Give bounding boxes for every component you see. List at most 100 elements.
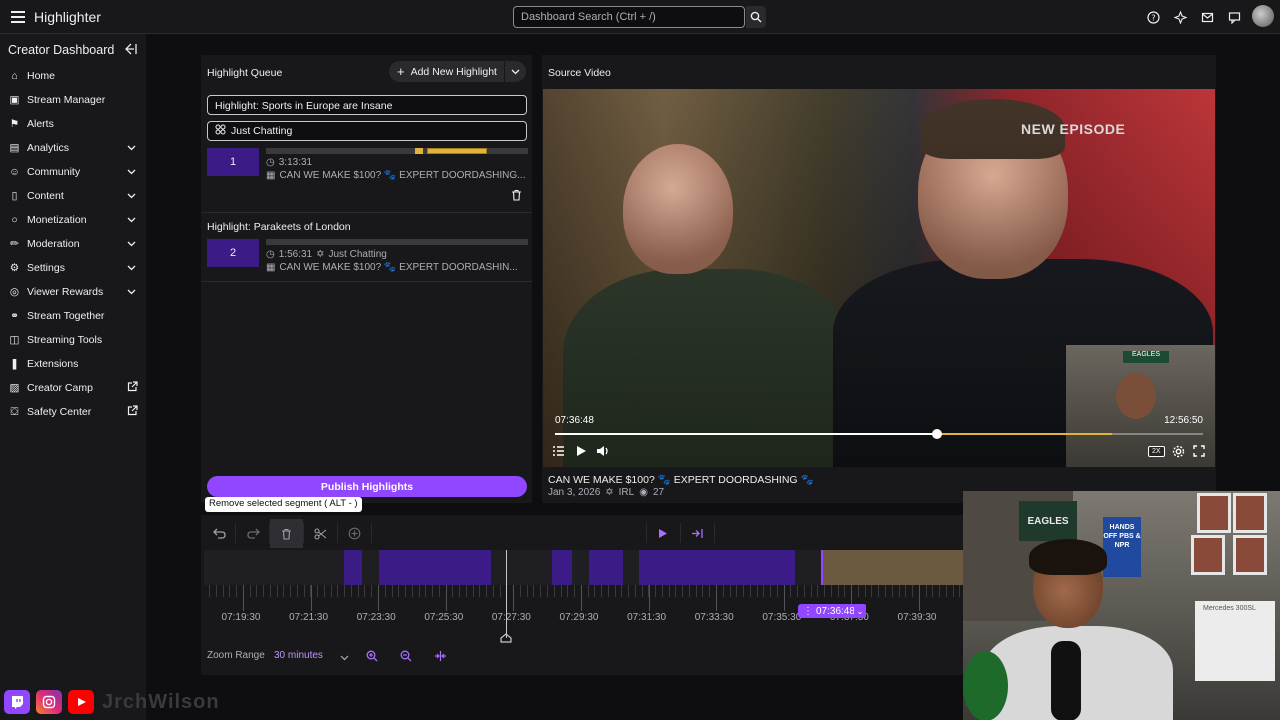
divider (201, 212, 532, 213)
sidebar-item-community[interactable]: ☺ Community (0, 160, 146, 184)
external-link-icon[interactable] (127, 381, 138, 395)
chevron-down-icon[interactable] (127, 142, 136, 154)
publish-highlights-button[interactable]: Publish Highlights (207, 476, 527, 497)
menu-icon[interactable] (6, 5, 30, 29)
chevron-down-icon[interactable] (504, 61, 526, 82)
highlight-title-input[interactable]: Highlight: Sports in Europe are Insane (207, 95, 527, 115)
top-bar: Highlighter Dashboard Search (Ctrl + /) … (0, 0, 1280, 34)
extensions-icon: ❚ (10, 358, 19, 370)
fit-timeline-icon[interactable] (429, 645, 451, 667)
collapse-sidebar-icon[interactable] (124, 43, 137, 58)
sidebar-item-label: Safety Center (27, 406, 92, 418)
category-input[interactable]: Just Chatting (207, 121, 527, 141)
sidebar-item-monetization[interactable]: ○ Monetization (0, 208, 146, 232)
timeline-playhead[interactable] (506, 550, 507, 638)
ruler-tick (418, 585, 420, 597)
sidebar-item-stream-together[interactable]: ⚭ Stream Together (0, 304, 146, 328)
ruler-tick (499, 585, 501, 597)
ruler-tick (857, 585, 859, 597)
ruler-tick (425, 585, 427, 597)
sidebar-item-analytics[interactable]: ▤ Analytics (0, 136, 146, 160)
webcam-plant (963, 651, 1008, 720)
position-badge[interactable]: ⋮ 07:36:48 (798, 604, 860, 618)
timeline-segment[interactable] (552, 550, 572, 585)
delete-segment-icon[interactable] (270, 519, 303, 548)
stream-together-icon: ⚭ (10, 310, 19, 322)
add-new-highlight-label: Add New Highlight (410, 65, 497, 78)
queue-item-segment-bar (266, 148, 528, 154)
webcam-hair (1029, 539, 1107, 575)
ruler-major-tick (310, 585, 312, 611)
sidebar-item-stream-manager[interactable]: ▣ Stream Manager (0, 88, 146, 112)
inbox-icon[interactable] (1198, 5, 1216, 29)
ruler-label: 07:27:30 (491, 612, 531, 623)
fullscreen-icon[interactable] (1193, 445, 1205, 457)
source-video-title: Source Video (548, 67, 611, 79)
sidebar-item-settings[interactable]: ⚙ Settings (0, 256, 146, 280)
search-input[interactable]: Dashboard Search (Ctrl + /) (513, 6, 745, 28)
ruler-tick (574, 585, 576, 597)
timeline-selected-segment[interactable] (821, 550, 963, 585)
timeline-segment[interactable] (344, 550, 362, 585)
sidebar-item-streaming-tools[interactable]: ◫ Streaming Tools (0, 328, 146, 352)
skip-to-end-icon[interactable] (680, 519, 713, 548)
sidebar-item-viewer-rewards[interactable]: ◎ Viewer Rewards (0, 280, 146, 304)
ruler-tick (337, 585, 339, 597)
ruler-major-tick (648, 585, 650, 611)
chevron-down-icon[interactable] (340, 649, 349, 664)
ruler-major-tick (716, 585, 718, 611)
sidebar-item-creator-camp[interactable]: ▨ Creator Camp (0, 376, 146, 400)
ruler-tick (749, 585, 751, 597)
ruler-tick (459, 585, 461, 597)
trash-icon[interactable] (511, 189, 522, 204)
sidebar-item-safety-center[interactable]: ⛋ Safety Center (0, 400, 146, 424)
video-player[interactable]: NEW EPISODE EAGLES 07:36:48 12:56:50 2X (543, 89, 1215, 467)
webcam-frame (1191, 535, 1225, 575)
chevron-down-icon[interactable] (127, 262, 136, 274)
play-icon[interactable] (646, 519, 679, 548)
play-icon[interactable] (576, 445, 587, 457)
zoom-in-icon[interactable] (361, 645, 383, 667)
volume-icon[interactable] (596, 445, 609, 457)
user-avatar[interactable] (1252, 5, 1274, 27)
playhead-marker-icon[interactable] (500, 631, 512, 646)
ruler-tick (263, 585, 265, 597)
sparkle-icon[interactable] (1171, 5, 1189, 29)
redo-icon[interactable] (237, 519, 270, 548)
add-segment-icon[interactable] (338, 519, 371, 548)
scissors-icon[interactable] (304, 519, 337, 548)
sidebar-item-label: Creator Camp (27, 382, 93, 394)
video-scrubber[interactable] (555, 429, 1203, 439)
ruler-tick (722, 585, 724, 597)
add-new-highlight-button[interactable]: + Add New Highlight (389, 61, 526, 82)
sidebar-item-extensions[interactable]: ❚ Extensions (0, 352, 146, 376)
ruler-tick (817, 585, 819, 597)
zoom-range-select[interactable]: 30 minutes (274, 650, 323, 661)
ruler-tick (209, 585, 210, 597)
chevron-down-icon[interactable] (127, 166, 136, 178)
settings-icon[interactable] (1172, 445, 1185, 458)
chevron-down-icon[interactable]: ⌄ (854, 604, 866, 618)
playback-speed-badge[interactable]: 2X (1148, 446, 1165, 457)
sidebar-item-content[interactable]: ▯ Content (0, 184, 146, 208)
ruler-tick (587, 585, 589, 597)
sidebar-item-alerts[interactable]: ⚑ Alerts (0, 112, 146, 136)
external-link-icon[interactable] (127, 405, 138, 419)
chevron-down-icon[interactable] (127, 286, 136, 298)
sidebar-item-moderation[interactable]: ✏ Moderation (0, 232, 146, 256)
whispers-icon[interactable] (1225, 5, 1243, 29)
chapters-icon[interactable] (552, 445, 565, 457)
sidebar-item-home[interactable]: ⌂ Home (0, 64, 146, 88)
timeline-segment[interactable] (589, 550, 623, 585)
zoom-out-icon[interactable] (395, 645, 417, 667)
undo-icon[interactable] (203, 519, 236, 548)
timeline-segment[interactable] (639, 550, 795, 585)
chevron-down-icon[interactable] (127, 238, 136, 250)
help-icon[interactable]: ? (1144, 5, 1162, 29)
search-icon[interactable] (746, 6, 766, 28)
video-stream-title: CAN WE MAKE $100? 🐾 EXPERT DOORDASHING 🐾 (548, 474, 814, 486)
chevron-down-icon[interactable] (127, 214, 136, 226)
chevron-down-icon[interactable] (127, 190, 136, 202)
timeline-track[interactable] (204, 550, 963, 585)
timeline-segment[interactable] (379, 550, 491, 585)
